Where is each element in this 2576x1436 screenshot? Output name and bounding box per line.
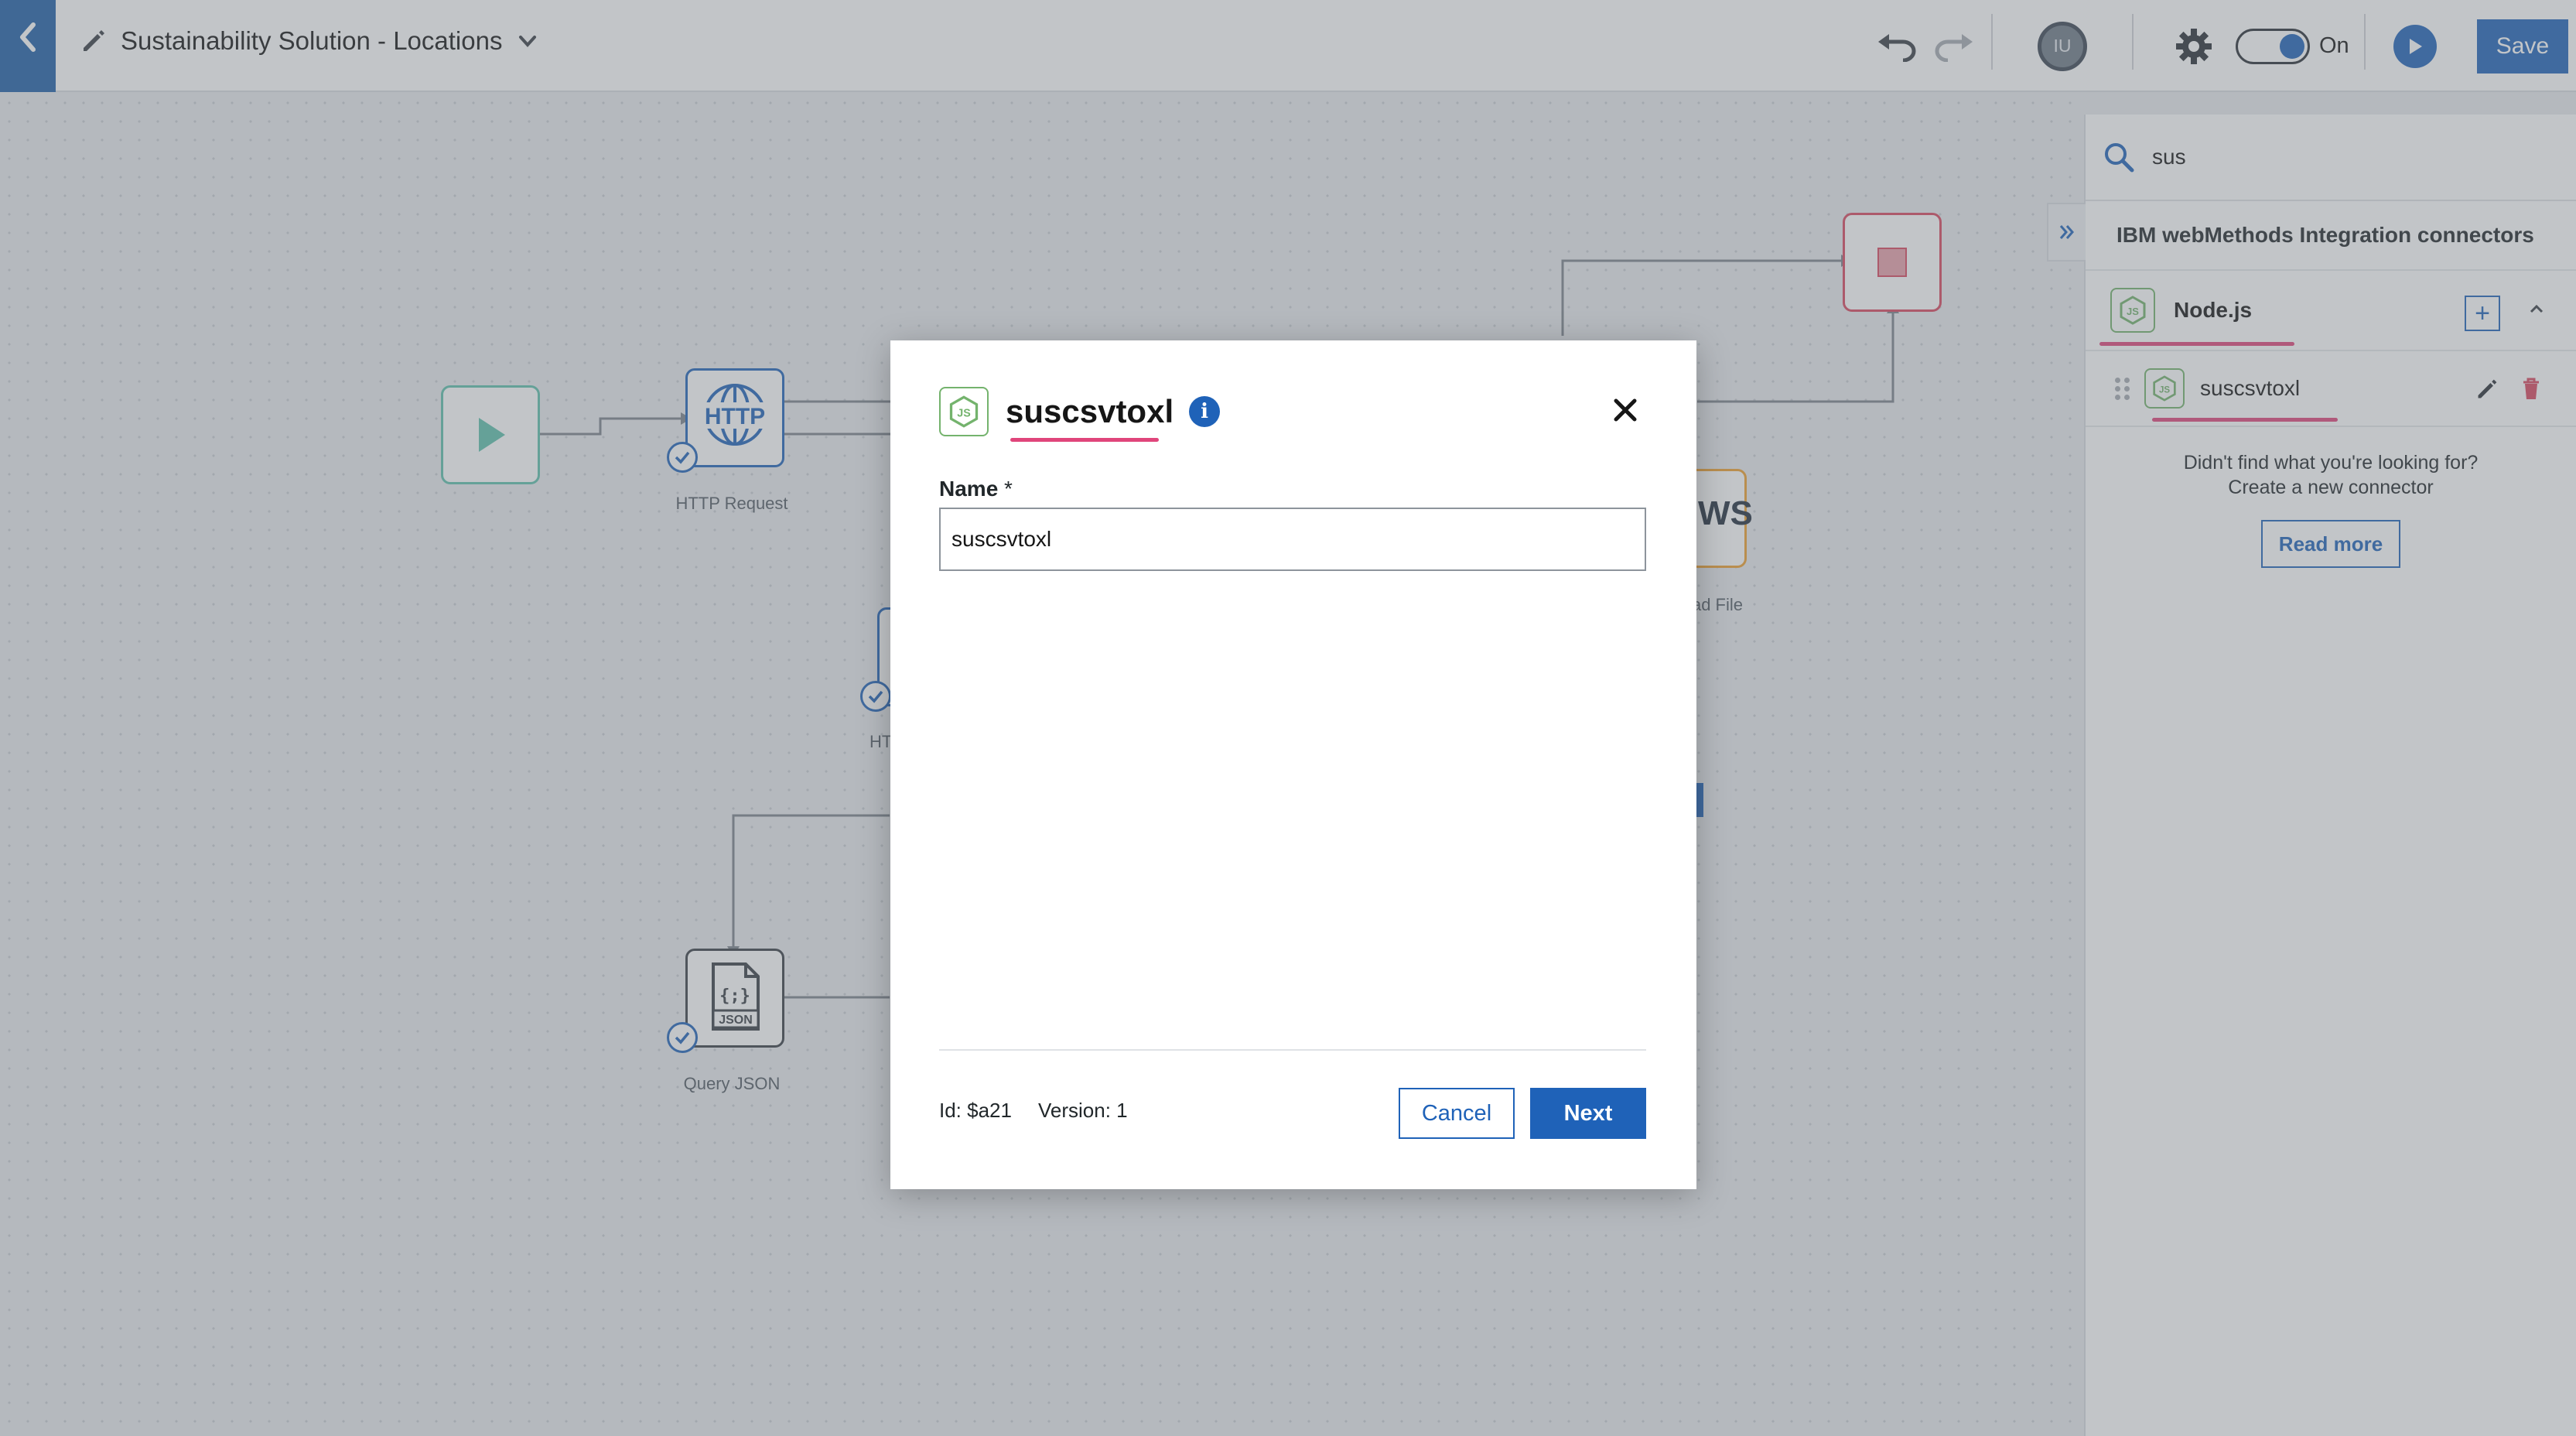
name-label-text: Name [939,477,999,501]
connector-meta: Id: $a21 Version: 1 [939,1099,1128,1123]
svg-text:JS: JS [957,408,971,420]
dialog-divider [939,1049,1646,1051]
dialog-title: suscsvtoxl [1006,393,1174,429]
cancel-button[interactable]: Cancel [1399,1088,1515,1139]
connector-version: Version: 1 [1037,1099,1128,1122]
connector-dialog: JS suscsvtoxl i Name * Id: $a21 Version:… [890,340,1696,1189]
next-button[interactable]: Next [1530,1088,1646,1139]
dialog-header: JS suscsvtoxl i [939,387,1221,436]
info-icon[interactable]: i [1189,396,1221,427]
name-input[interactable] [939,508,1646,571]
required-marker: * [1004,477,1013,501]
highlight-underline [1010,438,1159,442]
connector-id: Id: $a21 [939,1099,1012,1122]
name-field-label: Name * [939,477,1013,501]
close-icon[interactable] [1610,395,1641,426]
nodejs-icon: JS [939,387,989,436]
